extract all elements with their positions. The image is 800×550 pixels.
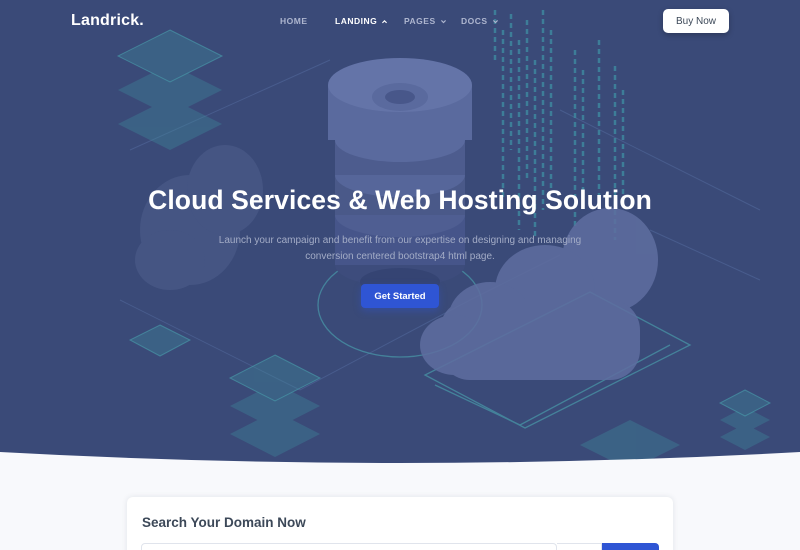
hero-subtitle: Launch your campaign and benefit from ou… [218,235,582,262]
domain-search-title: Search Your Domain Now [142,515,306,530]
nav-item-docs[interactable]: DOCS [461,16,499,26]
nav-item-label: LANDING [335,16,378,26]
chevron-down-icon [440,19,446,23]
domain-extension-select[interactable] [557,543,602,550]
nav-item-landing[interactable]: LANDING [335,16,388,26]
buy-now-button[interactable]: Buy Now [663,9,729,33]
chevron-up-icon [382,19,388,23]
brand-logo[interactable]: Landrick. [71,12,144,30]
domain-search-button[interactable] [602,543,659,550]
navbar: Landrick. HOME LANDING PAGES DOCS Buy No… [0,0,800,44]
nav-item-label: DOCS [461,16,488,26]
get-started-button[interactable]: Get Started [361,284,439,308]
hero-bottom-curve [0,452,800,465]
nav-item-pages[interactable]: PAGES [404,16,447,26]
nav-item-label: PAGES [404,16,436,26]
nav-item-label: HOME [280,16,308,26]
domain-search-card: Search Your Domain Now [127,497,673,550]
hero-title: Cloud Services & Web Hosting Solution [148,185,652,215]
domain-search-input[interactable] [141,543,557,550]
nav-item-home[interactable]: HOME [280,16,308,26]
chevron-down-icon [492,19,498,23]
